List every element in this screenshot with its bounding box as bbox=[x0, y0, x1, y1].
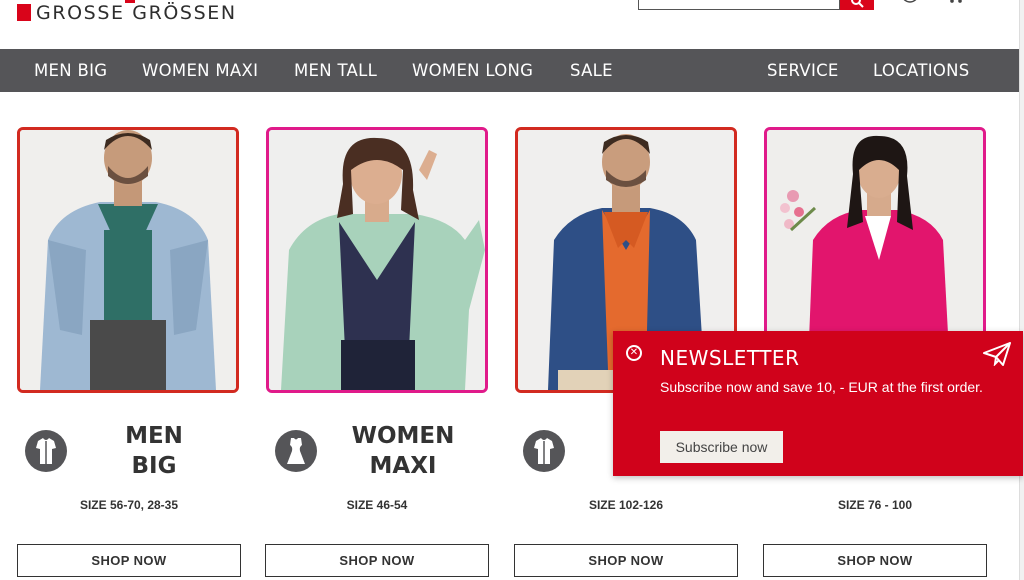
main-nav: MEN BIG WOMEN MAXI MEN TALL WOMEN LONG S… bbox=[0, 49, 1024, 92]
category-title-women-maxi: WOMEN MAXI bbox=[338, 421, 468, 481]
search-input[interactable] bbox=[638, 0, 840, 10]
size-range: SIZE 46-54 bbox=[346, 498, 408, 512]
logo-mark[interactable] bbox=[17, 4, 31, 21]
nav-item-service[interactable]: SERVICE bbox=[767, 49, 839, 92]
shop-now-button[interactable]: SHOP NOW bbox=[514, 544, 738, 577]
category-title-line: MAXI bbox=[369, 453, 437, 479]
size-range: SIZE 102-126 bbox=[588, 498, 664, 512]
cart-icon[interactable] bbox=[944, 0, 966, 4]
site-header: GROSSE GRÖSSEN bbox=[0, 0, 1024, 49]
category-title-line: MEN bbox=[125, 423, 183, 449]
category-title-men-big: MEN BIG bbox=[89, 421, 219, 481]
model-photo bbox=[269, 130, 485, 390]
nav-item-men-tall[interactable]: MEN TALL bbox=[294, 49, 377, 92]
nav-item-women-maxi[interactable]: WOMEN MAXI bbox=[142, 49, 258, 92]
shop-now-button[interactable]: SHOP NOW bbox=[265, 544, 489, 577]
newsletter-popup: ✕ NEWSLETTER Subscribe now and save 10, … bbox=[613, 331, 1023, 476]
logo-text[interactable]: GROSSE GRÖSSEN bbox=[36, 2, 237, 24]
search-button[interactable] bbox=[840, 0, 874, 10]
page-scrollbar[interactable] bbox=[1019, 0, 1024, 580]
nav-item-locations[interactable]: LOCATIONS bbox=[873, 49, 970, 92]
subscribe-button[interactable]: Subscribe now bbox=[660, 431, 783, 463]
user-icon[interactable] bbox=[901, 0, 919, 4]
shop-now-button[interactable]: SHOP NOW bbox=[17, 544, 241, 577]
nav-item-men-big[interactable]: MEN BIG bbox=[34, 49, 107, 92]
nav-item-sale[interactable]: SALE bbox=[570, 49, 613, 92]
product-image-men-big[interactable] bbox=[17, 127, 239, 393]
model-photo bbox=[20, 130, 236, 390]
close-icon[interactable]: ✕ bbox=[626, 345, 642, 361]
shirt-icon bbox=[25, 430, 67, 472]
size-range: SIZE 76 - 100 bbox=[837, 498, 913, 512]
category-title-line: BIG bbox=[131, 453, 177, 479]
search-icon bbox=[851, 0, 864, 8]
nav-item-women-long[interactable]: WOMEN LONG bbox=[412, 49, 533, 92]
newsletter-text: Subscribe now and save 10, - EUR at the … bbox=[660, 379, 983, 395]
shirt-icon bbox=[523, 430, 565, 472]
size-range: SIZE 56-70, 28-35 bbox=[79, 498, 179, 512]
category-title-line: WOMEN bbox=[351, 423, 455, 449]
product-image-women-maxi[interactable] bbox=[266, 127, 488, 393]
shop-now-button[interactable]: SHOP NOW bbox=[763, 544, 987, 577]
paper-plane-icon bbox=[983, 342, 1011, 366]
newsletter-title: NEWSLETTER bbox=[660, 346, 800, 370]
dress-icon bbox=[275, 430, 317, 472]
